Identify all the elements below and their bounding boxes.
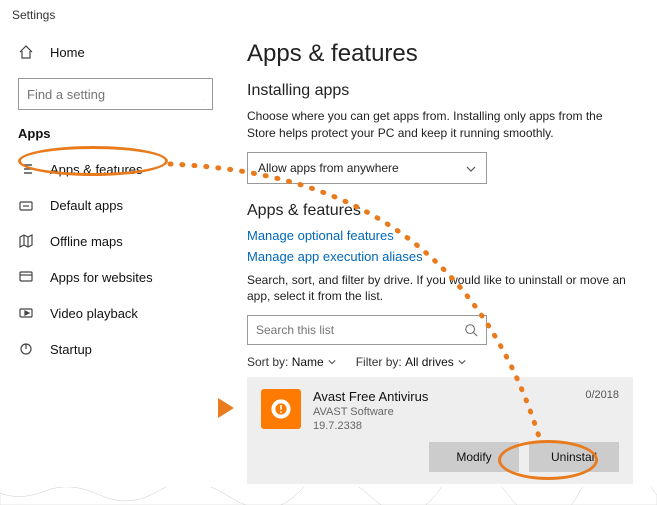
map-icon [18,233,34,249]
sidebar-item-label: Apps & features [50,162,143,177]
sidebar-item-startup[interactable]: Startup [0,331,225,367]
sort-filter-row: Sort by: Name Filter by: All drives [247,355,633,369]
filter-value: All drives [405,355,454,369]
page-title: Apps & features [247,40,633,68]
sidebar-category: Apps [0,120,225,151]
window-title-text: Settings [12,8,55,22]
sidebar: Home Apps Apps & features Default apps [0,30,225,505]
sidebar-search-input[interactable] [27,87,203,102]
link-execution-aliases[interactable]: Manage app execution aliases [247,249,633,264]
sidebar-item-label: Offline maps [50,234,123,249]
video-icon [18,305,34,321]
websites-icon [18,269,34,285]
sidebar-item-label: Startup [50,342,92,357]
app-list-item[interactable]: Avast Free Antivirus AVAST Software 19.7… [247,377,633,484]
sidebar-home-label: Home [50,45,85,60]
app-date: 0/2018 [585,389,619,401]
list-icon [18,161,34,177]
link-optional-features[interactable]: Manage optional features [247,228,633,243]
sort-dropdown[interactable]: Name [292,355,336,369]
chevron-down-icon [328,358,336,366]
app-name: Avast Free Antivirus [313,389,573,404]
startup-icon [18,341,34,357]
chevron-down-icon [466,163,476,173]
filter-label: Filter by: [356,355,402,369]
sidebar-item-label: Default apps [50,198,123,213]
sidebar-item-apps-websites[interactable]: Apps for websites [0,259,225,295]
app-search[interactable] [247,315,487,345]
installing-description: Choose where you can get apps from. Inst… [247,108,633,142]
filter-dropdown[interactable]: All drives [405,355,466,369]
uninstall-button[interactable]: Uninstall [529,442,619,472]
torn-edge [0,487,657,505]
sort-label: Sort by: [247,355,288,369]
sidebar-home[interactable]: Home [0,34,225,70]
main-content: Apps & features Installing apps Choose w… [225,30,657,505]
app-search-input[interactable] [256,323,464,337]
search-description: Search, sort, and filter by drive. If yo… [247,272,633,306]
app-publisher: AVAST Software [313,406,573,418]
sidebar-item-apps-features[interactable]: Apps & features [0,151,225,187]
search-icon [203,87,204,101]
search-icon [464,323,478,337]
install-source-dropdown[interactable]: Allow apps from anywhere [247,152,487,184]
window-title: Settings [0,0,657,30]
default-icon [18,197,34,213]
sidebar-item-offline-maps[interactable]: Offline maps [0,223,225,259]
sidebar-item-default-apps[interactable]: Default apps [0,187,225,223]
app-version: 19.7.2338 [313,420,573,432]
sidebar-search[interactable] [18,78,213,110]
app-icon [261,389,301,429]
sort-value: Name [292,355,324,369]
dropdown-value: Allow apps from anywhere [258,161,399,175]
sidebar-item-label: Video playback [50,306,138,321]
sidebar-item-label: Apps for websites [50,270,153,285]
installing-title: Installing apps [247,82,633,100]
home-icon [18,44,34,60]
appsfeat-title: Apps & features [247,202,633,220]
modify-button[interactable]: Modify [429,442,519,472]
sidebar-item-video-playback[interactable]: Video playback [0,295,225,331]
chevron-down-icon [458,358,466,366]
